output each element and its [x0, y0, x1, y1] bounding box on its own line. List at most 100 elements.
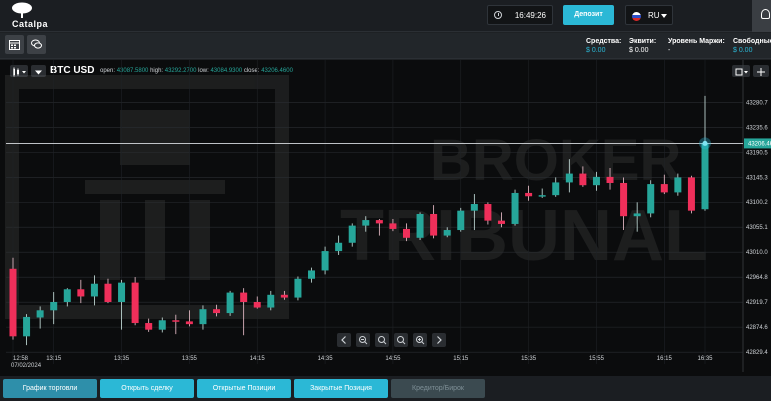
- chat-icon: [31, 39, 42, 49]
- candle-up: [416, 213, 424, 238]
- candle-down: [131, 282, 139, 324]
- x-date-label: 07/02/2024: [11, 363, 42, 369]
- candle-down: [185, 321, 193, 325]
- tab-trading-chart[interactable]: График торговли: [3, 379, 97, 398]
- tab-open-positions[interactable]: Открытые Позиции: [197, 379, 291, 398]
- candle-down: [687, 177, 695, 211]
- candle-down: [402, 228, 410, 238]
- candle-up: [199, 309, 207, 325]
- zoom-in-button[interactable]: [413, 333, 427, 347]
- equity-stat: Эквити: $ 0.00: [629, 37, 656, 55]
- candle-up: [470, 204, 478, 211]
- candle-down: [620, 182, 628, 217]
- candle-up: [443, 230, 451, 236]
- funds-value: $ 0.00: [586, 47, 606, 54]
- y-tick-label: 43145.3: [746, 175, 768, 181]
- candle-up: [552, 182, 560, 196]
- x-tick-label: 15:15: [453, 356, 469, 362]
- candle-up: [23, 316, 31, 337]
- calendar-button[interactable]: [5, 35, 24, 54]
- funds-stat: Средства: $ 0.00: [586, 37, 621, 55]
- chat-button[interactable]: [27, 35, 46, 54]
- tree-logo-icon: [12, 2, 32, 18]
- candle-up: [90, 283, 98, 297]
- candle-up: [538, 195, 546, 197]
- logo-text: Catalpa: [12, 19, 49, 29]
- x-tick-label: 16:35: [697, 356, 713, 362]
- y-tick-label: 43190.5: [746, 150, 768, 156]
- candle-up: [50, 302, 58, 311]
- language-select[interactable]: RU: [625, 5, 673, 25]
- candle-down: [484, 204, 492, 221]
- chevron-left-icon: [341, 336, 346, 344]
- scroll-left-button[interactable]: [337, 333, 351, 347]
- equity-label: Эквити:: [629, 38, 657, 45]
- x-tick-label: 14:35: [318, 356, 334, 362]
- equity-value: $ 0.00: [629, 47, 649, 54]
- x-tick-label: 16:15: [657, 356, 673, 362]
- time-axis: 12:58 13:15 13:35 13:55 14:15 14:35 14:55 15:15…: [11, 356, 713, 369]
- x-tick-label: 15:55: [589, 356, 605, 362]
- candle-down: [375, 220, 383, 224]
- free-value: $ 0.00: [733, 47, 753, 54]
- candle-down: [213, 309, 221, 314]
- candle-down: [253, 302, 261, 308]
- x-tick-label: 13:15: [46, 356, 62, 362]
- zoom-in-icon: [416, 336, 425, 345]
- candle-up: [511, 192, 519, 224]
- y-tick-label: 43100.2: [746, 200, 768, 206]
- candle-up: [158, 320, 166, 330]
- clock-icon: [494, 11, 502, 19]
- zoom-fit-icon: [397, 336, 406, 345]
- language-label: RU: [648, 11, 660, 20]
- y-tick-label: 42874.6: [746, 325, 768, 331]
- chart-nav-controls: [337, 333, 449, 347]
- tab-closed-positions[interactable]: Закрытые Позиция: [294, 379, 388, 398]
- x-tick-label: 14:55: [385, 356, 401, 362]
- free-stat: Свободные $ 0.00: [733, 37, 771, 55]
- candle-down: [9, 268, 17, 337]
- candle-down: [606, 176, 614, 183]
- margin-label: Уровень Маржи:: [668, 38, 725, 45]
- zoom-reset-button[interactable]: [375, 333, 389, 347]
- candle-up: [647, 184, 655, 214]
- y-tick-label: 43280.7: [746, 100, 768, 106]
- candle-down: [525, 192, 533, 197]
- scroll-right-button[interactable]: [432, 333, 446, 347]
- candle-up: [592, 176, 600, 186]
- zoom-out-icon: [359, 336, 368, 345]
- candle-down: [660, 184, 668, 193]
- price-axis: 42829.4 42874.6 42919.7 42964.8 43010.0 43055…: [742, 60, 768, 372]
- candle-down: [497, 220, 505, 224]
- calendar-icon: [9, 40, 20, 50]
- candle-up: [565, 173, 573, 183]
- y-tick-label: 42964.8: [746, 275, 768, 281]
- logo[interactable]: Catalpa: [6, 2, 49, 30]
- tab-creditor[interactable]: Кредитор/Бирок: [391, 379, 485, 398]
- candle-up: [118, 282, 126, 302]
- bottom-tab-bar: График торговли Открыть сделку Открытые …: [0, 376, 771, 401]
- deposit-button[interactable]: Депозит: [563, 5, 614, 25]
- clock-time: 16:49:26: [514, 11, 546, 20]
- tab-open-trade[interactable]: Открыть сделку: [100, 379, 194, 398]
- x-tick-label: 13:35: [114, 356, 130, 362]
- user-menu-button[interactable]: [752, 0, 771, 32]
- free-label: Свободные: [733, 38, 771, 45]
- candle-up: [348, 225, 356, 243]
- current-price-label: 43206.46: [748, 141, 771, 147]
- candlestick-chart[interactable]: BROKER TRIBUNAL 42829.442874.642919.7429…: [0, 60, 771, 376]
- top-bar: Catalpa 16:49:26 Депозит RU: [0, 0, 771, 32]
- candle-up: [294, 278, 302, 298]
- candle-up: [335, 242, 343, 252]
- clock: 16:49:26: [487, 5, 553, 25]
- y-tick-label: 42829.4: [746, 350, 768, 356]
- margin-value: -: [668, 47, 671, 54]
- zoom-fit-button[interactable]: [394, 333, 408, 347]
- candle-up: [321, 251, 329, 271]
- zoom-out-button[interactable]: [356, 333, 370, 347]
- x-tick-label: 13:55: [182, 356, 198, 362]
- candle-up: [701, 143, 709, 210]
- candle-down: [430, 213, 438, 236]
- y-tick-label: 42919.7: [746, 300, 768, 306]
- y-tick-label: 43010.0: [746, 250, 768, 256]
